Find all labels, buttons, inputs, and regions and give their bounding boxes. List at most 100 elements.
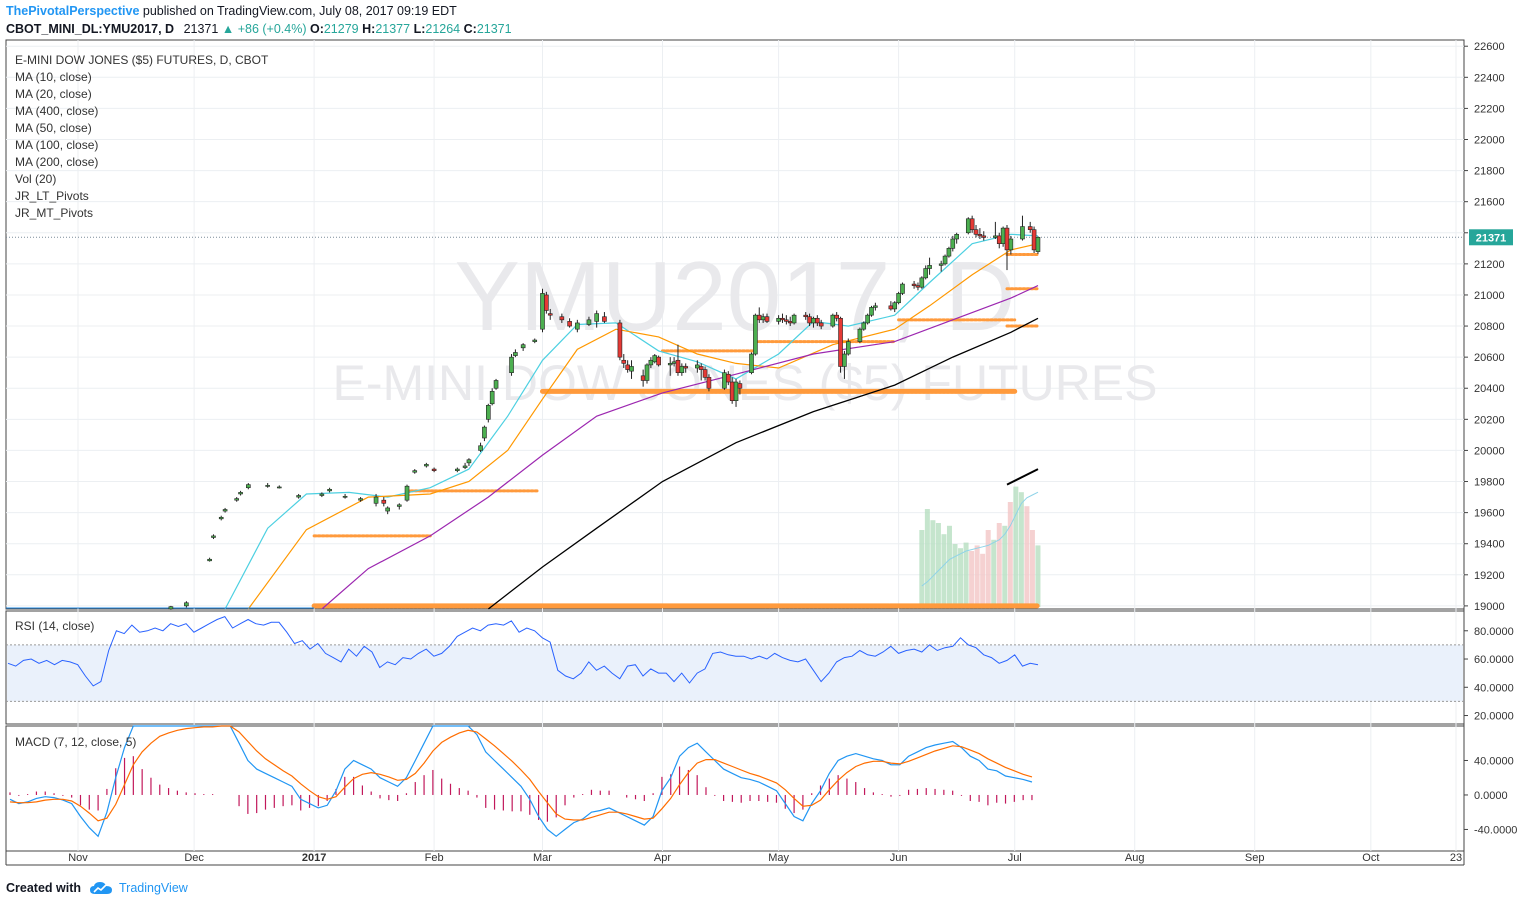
- y-tick-label: 21000: [1474, 290, 1505, 302]
- candle-body: [776, 317, 781, 322]
- candle-body: [532, 339, 538, 342]
- x-tick-label: Oct: [1362, 852, 1379, 864]
- candle-body: [896, 293, 901, 304]
- volume-bar: [974, 545, 980, 607]
- candle-body: [466, 459, 472, 464]
- candle-body: [900, 283, 905, 294]
- candle-body: [296, 495, 301, 498]
- candle-body: [954, 234, 959, 240]
- y-tick-label: 22200: [1474, 103, 1505, 115]
- volume-bar: [919, 530, 925, 607]
- candle-body: [683, 366, 689, 369]
- candle-body: [1008, 238, 1014, 251]
- candle-body: [540, 293, 545, 330]
- candle-body: [265, 485, 270, 487]
- y-tick-label: 20200: [1474, 414, 1505, 426]
- x-tick-label: Sep: [1245, 852, 1265, 864]
- candle-body: [486, 405, 491, 420]
- candle-body: [1035, 236, 1041, 252]
- candle-body: [462, 465, 468, 468]
- candle-body: [482, 426, 487, 439]
- panel-border: [5, 725, 1465, 852]
- macd-panel: [9, 725, 1033, 838]
- watermark-symbol: YMU2017, D: [454, 241, 1015, 351]
- x-tick-label: May: [768, 852, 789, 864]
- footer: Created with TradingView: [6, 881, 188, 895]
- candle-body: [667, 363, 673, 366]
- legend-item[interactable]: MA (200, close): [15, 155, 98, 169]
- y-tick-label: 19800: [1474, 477, 1505, 489]
- candle-body: [973, 229, 979, 235]
- candle-body: [671, 361, 677, 364]
- volume-bars: [919, 486, 1041, 607]
- candle-body: [493, 380, 499, 389]
- macd-line: [9, 725, 1033, 838]
- legend-item[interactable]: MA (10, close): [15, 70, 92, 84]
- candle-body: [722, 372, 727, 389]
- x-tick-label: Nov: [68, 852, 88, 864]
- candle-body: [695, 364, 700, 369]
- candle-body: [981, 235, 987, 238]
- x-tick-label: Apr: [654, 852, 671, 864]
- candle-body: [780, 317, 785, 321]
- volume-bar: [930, 520, 936, 607]
- legend-item[interactable]: MA (20, close): [15, 87, 92, 101]
- candle-body: [1027, 226, 1033, 230]
- volume-bar: [1007, 502, 1013, 607]
- candle-body: [803, 314, 809, 318]
- y-tick-label: 22000: [1474, 134, 1505, 146]
- legend-item[interactable]: MA (50, close): [15, 121, 92, 135]
- candle-body: [923, 268, 929, 279]
- candle-body: [547, 313, 553, 316]
- x-tick-label: 23: [1450, 852, 1462, 864]
- legend-item[interactable]: JR_MT_Pivots: [15, 206, 93, 220]
- candle-body: [594, 313, 599, 322]
- candle-body: [478, 445, 483, 451]
- candle-body: [760, 316, 766, 321]
- candle-body: [791, 314, 797, 324]
- legend-item[interactable]: Vol (20): [15, 172, 56, 186]
- rsi-tick-label: 80.0000: [1474, 626, 1514, 638]
- candle-body: [764, 316, 770, 322]
- candle-body: [725, 373, 731, 383]
- volume-bar: [941, 534, 947, 607]
- candle-body: [358, 498, 363, 501]
- candle-body: [818, 322, 824, 327]
- volume-bar: [985, 530, 991, 607]
- candle-body: [211, 535, 216, 538]
- x-tick-label: Dec: [184, 852, 204, 864]
- candle-body: [911, 283, 917, 286]
- legend-item[interactable]: E-MINI DOW JONES ($5) FUTURES, D, CBOT: [15, 53, 268, 67]
- candle-body: [737, 383, 743, 389]
- candle-body: [222, 509, 228, 512]
- candle-body: [586, 319, 592, 325]
- rsi-panel: [6, 615, 1464, 702]
- chart-canvas[interactable]: YMU2017, D E-MINI DOW JONES ($5) FUTURES…: [0, 0, 1529, 907]
- candle-body: [520, 344, 526, 349]
- volume-bar: [1013, 486, 1019, 607]
- candle-body: [246, 484, 251, 489]
- candle-body: [698, 366, 704, 370]
- volume-bar: [969, 551, 975, 607]
- candle-body: [1000, 227, 1006, 244]
- y-tick-label: 20400: [1474, 383, 1505, 395]
- legend-item[interactable]: MA (400, close): [15, 104, 98, 118]
- rsi-tick-label: 40.0000: [1474, 682, 1514, 694]
- volume-bar: [991, 539, 997, 607]
- volume-bar: [935, 523, 941, 607]
- candle-body: [749, 353, 754, 373]
- candle-body: [915, 285, 921, 288]
- legend-item[interactable]: MA (100, close): [15, 138, 98, 152]
- candle-body: [385, 507, 390, 512]
- candle-body: [873, 305, 878, 308]
- candle-body: [845, 341, 851, 355]
- macd-legend: MACD (7, 12, close, 5): [15, 735, 137, 749]
- candle-body: [342, 495, 348, 498]
- legend-item[interactable]: JR_LT_Pivots: [15, 189, 89, 203]
- tradingview-link[interactable]: TradingView: [119, 881, 188, 895]
- candle-body: [811, 317, 816, 324]
- y-tick-label: 19600: [1474, 508, 1505, 520]
- candle-body: [207, 558, 212, 562]
- candle-body: [965, 218, 971, 234]
- candle-body: [648, 359, 654, 366]
